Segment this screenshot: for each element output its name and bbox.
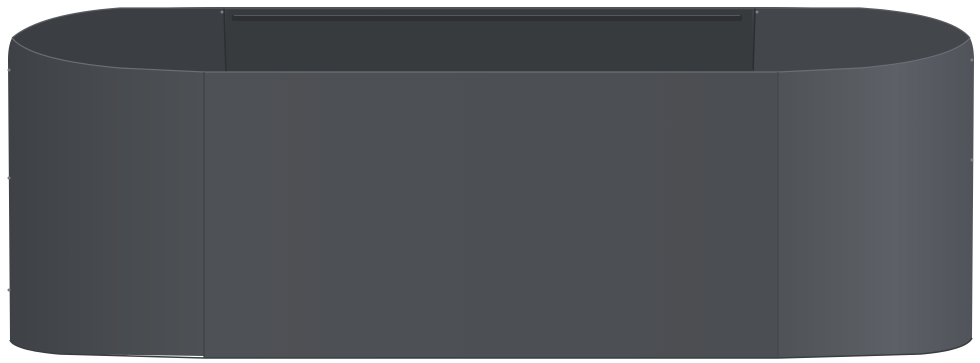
bolt-right-top <box>970 58 974 62</box>
bolt-top-left <box>220 10 224 14</box>
product-image <box>0 0 980 363</box>
bolt-left-mid <box>7 176 11 180</box>
right-curved-panel <box>778 38 974 358</box>
front-panel <box>204 72 778 358</box>
bolt-left-bottom <box>7 288 11 292</box>
bolt-left-top <box>7 68 11 72</box>
bolt-right-bottom <box>970 158 974 162</box>
garden-bed-illustration <box>7 7 974 359</box>
bolt-top-right <box>755 10 759 14</box>
left-curved-panel <box>8 38 204 356</box>
